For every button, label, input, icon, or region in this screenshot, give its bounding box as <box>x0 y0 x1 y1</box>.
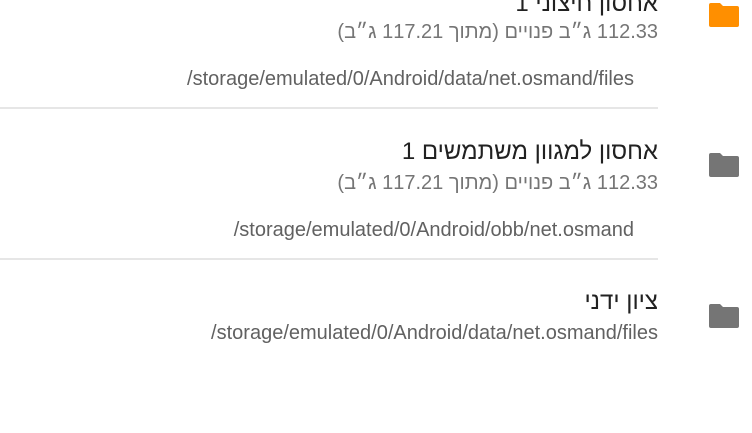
storage-option-external[interactable]: אחסון חיצוני 1 112.33 ג״ב פנויים (מתוך 1… <box>0 0 752 108</box>
storage-path: /storage/emulated/0/Android/obb/net.osma… <box>233 219 634 241</box>
storage-folder-list: אחסון חיצוני 1 112.33 ג״ב פנויים (מתוך 1… <box>0 0 752 433</box>
storage-free-space: 112.33 ג״ב פנויים (מתוך 117.21 ג״ב) <box>337 172 658 194</box>
storage-path: /storage/emulated/0/Android/data/net.osm… <box>187 68 634 90</box>
folder-icon <box>709 153 739 177</box>
storage-path: /storage/emulated/0/Android/data/net.osm… <box>211 322 658 344</box>
folder-icon <box>709 3 739 27</box>
storage-option-title: ציון ידני <box>584 288 658 315</box>
storage-free-space: 112.33 ג״ב פנויים (מתוך 117.21 ג״ב) <box>337 21 658 43</box>
storage-option-manual[interactable]: ציון ידני /storage/emulated/0/Android/da… <box>0 260 752 380</box>
storage-option-title: אחסון חיצוני 1 <box>515 0 658 17</box>
storage-option-title: אחסון למגוון משתמשים 1 <box>401 138 658 165</box>
folder-icon <box>709 304 739 328</box>
storage-option-multiuser[interactable]: אחסון למגוון משתמשים 1 112.33 ג״ב פנויים… <box>0 109 752 259</box>
